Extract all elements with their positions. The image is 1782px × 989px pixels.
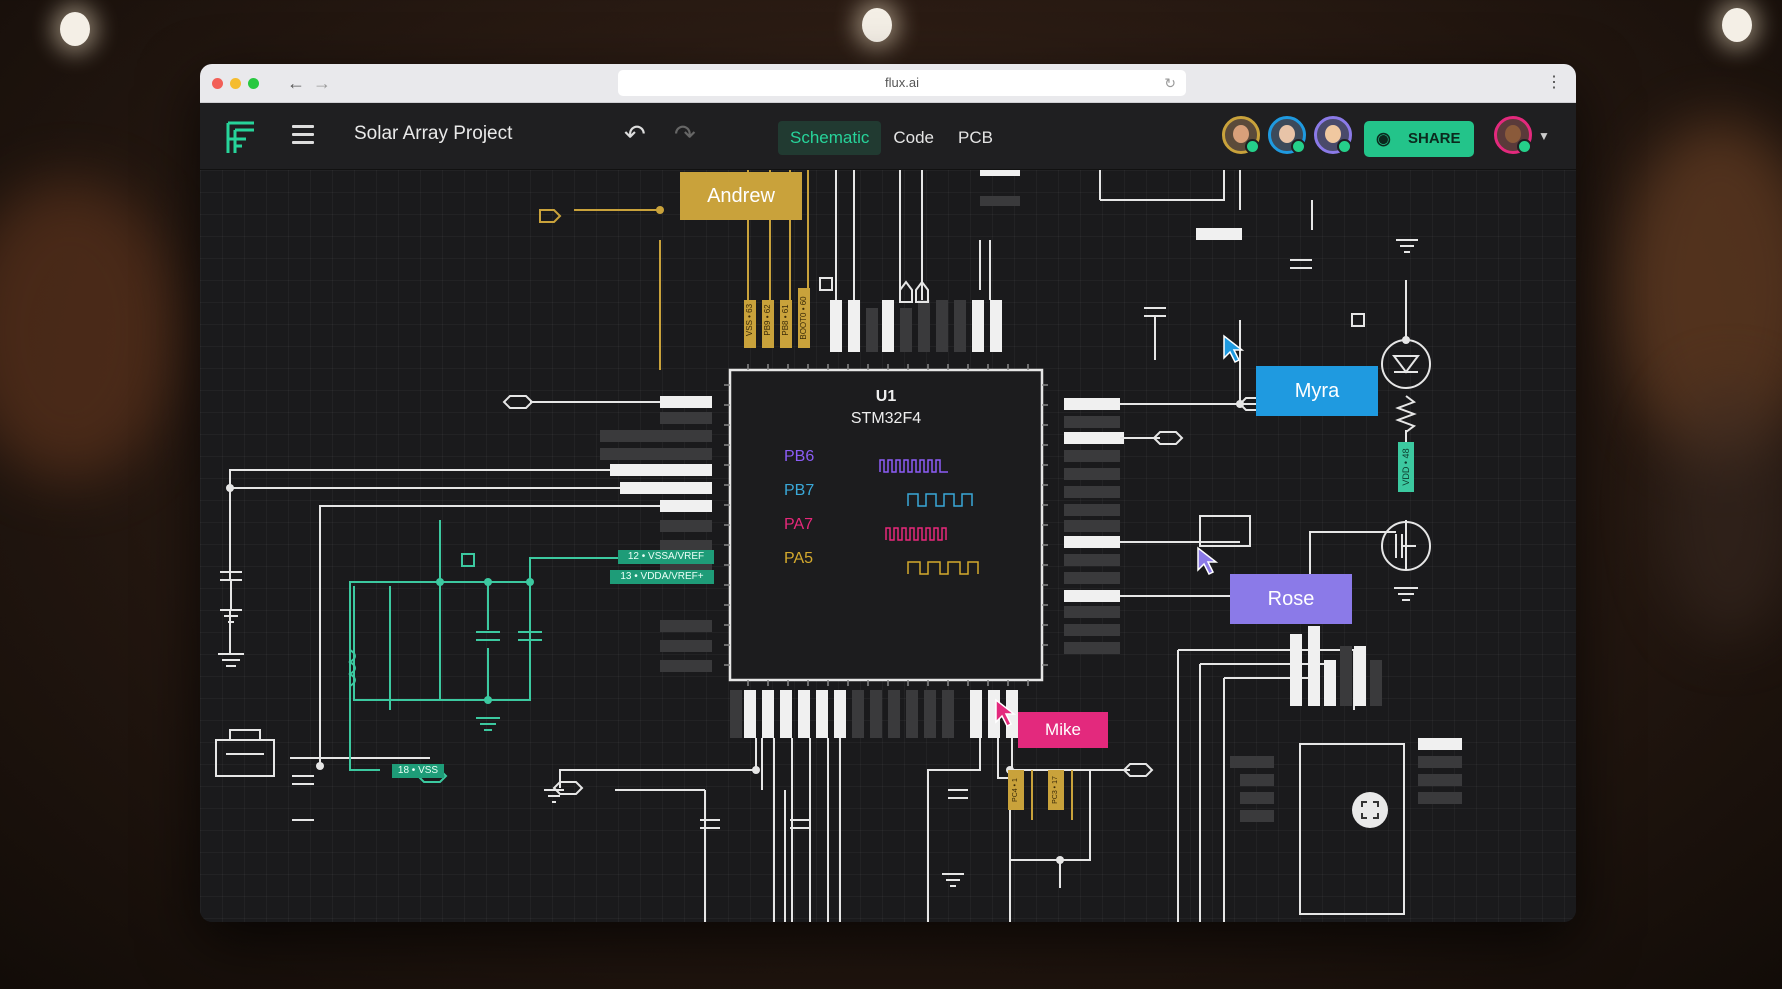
net-label-pc4: PC4 • 1 [1012,778,1019,802]
browser-window: ← → flux.ai ↻ ⋮ Solar Array Project ↶ ↷ … [200,64,1576,922]
signal-label-pb7: PB7 [784,482,815,499]
view-tabs: Schematic Code PCB [778,121,1005,155]
net-label-vdd-48[interactable]: VDD • 48 [1399,445,1413,489]
net-label-vss-63[interactable]: VSS • 63 [744,296,756,344]
browser-chrome: ← → flux.ai ↻ ⋮ [200,64,1576,103]
hamburger-menu-icon[interactable] [292,125,314,145]
net-label-pb9-62[interactable]: PB9 • 62 [762,296,774,344]
close-window-button[interactable] [212,78,223,89]
ceiling-lamp [1722,8,1752,42]
net-label-boot0-60[interactable]: BOOT0 • 60 [798,288,810,348]
avatar-rose[interactable] [1314,116,1352,154]
app-toolbar: Solar Array Project ↶ ↷ Schematic Code P… [200,103,1576,170]
signal-label-pa7: PA7 [784,516,814,533]
cursor-mike-icon [995,698,1017,728]
signal-label-pb6: PB6 [784,448,815,465]
avatar-myra[interactable] [1268,116,1306,154]
tab-pcb[interactable]: PCB [946,121,1005,155]
flux-logo-icon[interactable] [224,119,258,157]
forward-arrow-icon[interactable]: → [310,71,334,95]
ceiling-lamp [862,8,892,42]
signal-label-pa5: PA5 [784,550,814,567]
net-label-vssa-vref[interactable]: 12 • VSSA/VREF [618,550,714,564]
chevron-down-icon[interactable]: ▼ [1538,129,1550,143]
undo-icon[interactable]: ↶ [624,119,646,150]
background-blur [0,180,180,480]
reload-icon[interactable]: ↻ [1164,70,1176,96]
net-label-vdda-vref[interactable]: 13 • VDDA/VREF+ [610,570,714,584]
tab-code[interactable]: Code [881,121,946,155]
chip-part-number: STM32F4 [850,410,922,427]
back-arrow-icon[interactable]: ← [284,71,308,95]
net-label-pb8-61[interactable]: PB8 • 61 [780,296,792,344]
cursor-rose-icon [1197,546,1219,576]
schematic-canvas[interactable]: U1 STM32F4 PB6 PB7 PA7 PA5 12 • VSSA/VRE… [200,170,1576,922]
redo-icon[interactable]: ↷ [674,119,696,150]
cursor-myra-icon [1223,334,1245,364]
tab-schematic[interactable]: Schematic [778,121,882,155]
share-button[interactable]: ◉ SHARE [1364,121,1474,157]
collaborator-tag-rose: Rose [1230,574,1352,624]
ceiling-lamp [60,12,90,46]
url-text: flux.ai [885,75,919,90]
project-title[interactable]: Solar Array Project [354,123,512,145]
avatar-andrew[interactable] [1222,116,1260,154]
collaborator-tag-andrew: Andrew [680,172,802,220]
chip-reference: U1 [875,388,897,405]
address-bar[interactable]: flux.ai ↻ [618,70,1186,96]
maximize-window-button[interactable] [248,78,259,89]
minimize-window-button[interactable] [230,78,241,89]
collaborator-tag-myra: Myra [1256,366,1378,416]
fullscreen-icon[interactable] [1352,792,1388,828]
avatar-current-user[interactable] [1494,116,1532,154]
eye-icon: ◉ [1376,129,1391,148]
net-label-vss-18[interactable]: 18 • VSS [392,764,444,778]
net-label-pc3: PC3 • 17 [1052,776,1059,804]
collaborator-tag-mike: Mike [1018,712,1108,748]
browser-menu-icon[interactable]: ⋮ [1546,72,1562,92]
